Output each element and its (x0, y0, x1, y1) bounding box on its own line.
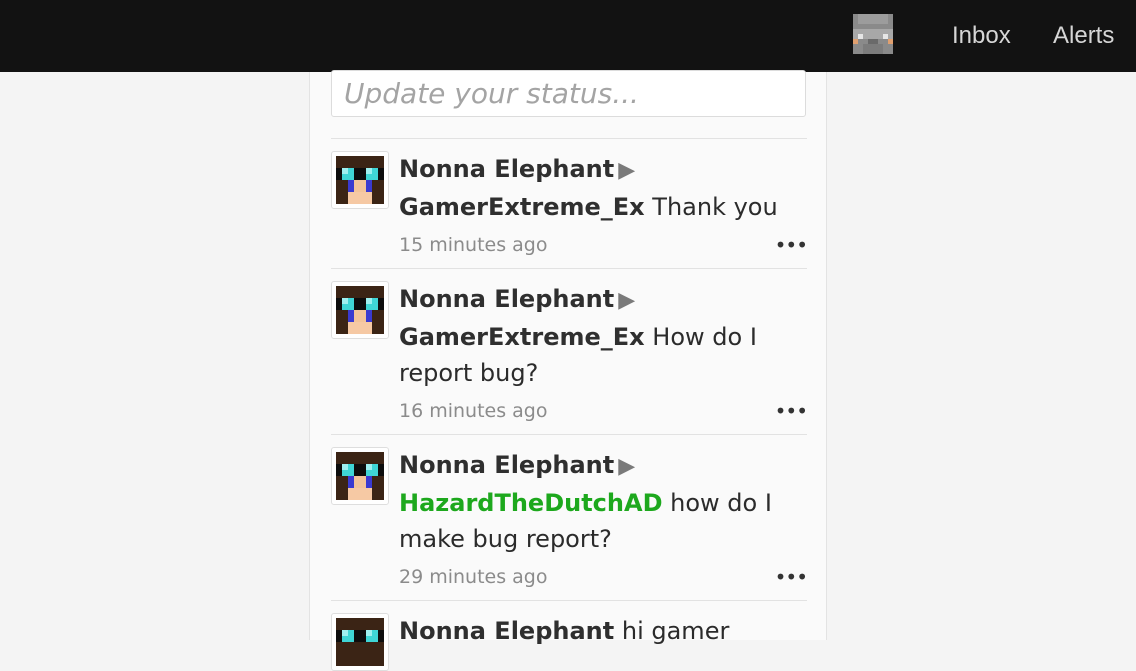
arrow-right-icon: ▶ (618, 454, 636, 479)
poster-avatar[interactable] (331, 613, 389, 671)
post-author[interactable]: Nonna Elephant (399, 451, 614, 479)
post-author[interactable]: Nonna Elephant (399, 285, 614, 313)
nonna-elephant-avatar-icon (336, 156, 384, 204)
post-author[interactable]: Nonna Elephant (399, 617, 614, 645)
post-author[interactable]: Nonna Elephant (399, 155, 614, 183)
poster-avatar[interactable] (331, 447, 389, 505)
poster-avatar[interactable] (331, 151, 389, 209)
more-options-icon[interactable]: ••• (775, 561, 808, 593)
more-options-icon[interactable]: ••• (775, 229, 808, 261)
nonna-elephant-avatar-icon (336, 452, 384, 500)
nonna-elephant-avatar-icon (336, 618, 384, 666)
post-message: hi gamer (621, 617, 730, 645)
inbox-link[interactable]: Inbox (952, 20, 1011, 52)
divider (331, 268, 807, 269)
profile-feed-column: Nonna Elephant▶ GamerExtreme_Ex Thank yo… (309, 70, 827, 671)
status-update-box (331, 70, 806, 117)
post-target-user[interactable]: HazardTheDutchAD (399, 489, 662, 517)
divider (331, 138, 807, 139)
arrow-right-icon: ▶ (618, 288, 636, 313)
divider (331, 434, 807, 435)
top-navigation-bar: Inbox Alerts (0, 0, 1136, 72)
arrow-right-icon: ▶ (618, 158, 636, 183)
nonna-elephant-avatar-icon (336, 286, 384, 334)
more-options-icon[interactable]: ••• (775, 395, 808, 427)
divider (331, 600, 807, 601)
status-input[interactable] (342, 71, 799, 115)
post-timestamp[interactable]: 29 minutes ago (399, 566, 548, 588)
alerts-link[interactable]: Alerts (1053, 20, 1114, 52)
poster-avatar[interactable] (331, 281, 389, 339)
post-target-user[interactable]: GamerExtreme_Ex (399, 193, 645, 221)
post-timestamp[interactable]: 16 minutes ago (399, 400, 548, 422)
user-avatar[interactable] (853, 14, 893, 54)
post-target-user[interactable]: GamerExtreme_Ex (399, 323, 645, 351)
post-message: Thank you (652, 193, 778, 221)
post-timestamp[interactable]: 15 minutes ago (399, 234, 548, 256)
